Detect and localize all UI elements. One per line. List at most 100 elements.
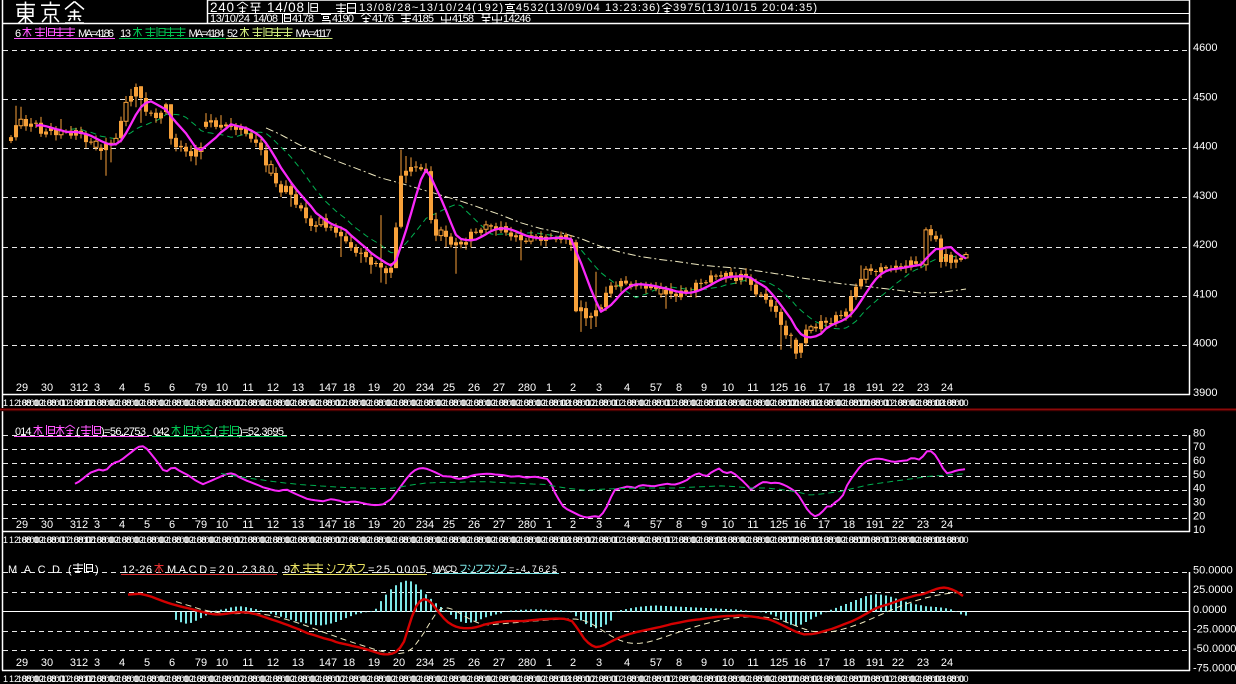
- svg-text:27: 27: [493, 382, 505, 394]
- svg-text:17: 17: [818, 382, 830, 394]
- svg-text:23: 23: [917, 382, 929, 394]
- svg-text:10: 10: [722, 519, 734, 531]
- svg-text:=-4.7625: =-4.7625: [509, 564, 557, 574]
- svg-text:57: 57: [650, 657, 662, 669]
- svg-text:13/10/24: 13/10/24: [210, 13, 250, 25]
- svg-text:10: 10: [1193, 524, 1205, 536]
- svg-text:4: 4: [624, 657, 630, 669]
- svg-text:1: 1: [546, 519, 552, 531]
- svg-text:4178: 4178: [292, 13, 314, 25]
- svg-text:27: 27: [493, 519, 505, 531]
- svg-text:8: 8: [676, 382, 682, 394]
- svg-text:191: 191: [866, 519, 884, 531]
- svg-text:1: 1: [546, 382, 552, 394]
- svg-text:191: 191: [866, 382, 884, 394]
- svg-text:4200: 4200: [1193, 239, 1217, 251]
- svg-text:20: 20: [393, 519, 405, 531]
- svg-text:3900: 3900: [1193, 387, 1217, 399]
- svg-text:18: 18: [843, 382, 855, 394]
- svg-text:234: 234: [416, 519, 434, 531]
- svg-text:30: 30: [1193, 497, 1205, 509]
- svg-text:4500: 4500: [1193, 91, 1217, 103]
- svg-text:3: 3: [94, 657, 100, 669]
- svg-text:18: 18: [843, 519, 855, 531]
- svg-text:19: 19: [368, 657, 380, 669]
- svg-text:4532(13/09/04 13:23:36): 4532(13/09/04 13:23:36): [516, 2, 660, 14]
- svg-text:11: 11: [242, 519, 253, 531]
- svg-text:14246: 14246: [503, 13, 531, 25]
- svg-text:10: 10: [216, 519, 228, 531]
- svg-text:4185: 4185: [412, 13, 434, 25]
- svg-text:30: 30: [41, 519, 53, 531]
- svg-text:MACD: MACD: [433, 564, 458, 574]
- svg-text:(: (: [68, 564, 72, 576]
- svg-text:1: 1: [546, 657, 552, 669]
- svg-text:3: 3: [596, 382, 602, 394]
- svg-text:9: 9: [701, 519, 707, 531]
- svg-text:30: 30: [41, 657, 53, 669]
- svg-text:79: 79: [195, 382, 207, 394]
- svg-text:80: 80: [1193, 427, 1205, 439]
- svg-text:4: 4: [119, 519, 125, 531]
- svg-text:125: 125: [770, 657, 788, 669]
- svg-text:9: 9: [701, 382, 707, 394]
- svg-text:8: 8: [676, 519, 682, 531]
- svg-text:60: 60: [1193, 455, 1205, 467]
- svg-text:13: 13: [292, 519, 304, 531]
- svg-text:4190: 4190: [332, 13, 354, 25]
- svg-text:25: 25: [443, 519, 455, 531]
- svg-text:57: 57: [650, 519, 662, 531]
- svg-text:18: 18: [343, 382, 355, 394]
- svg-text:147: 147: [319, 382, 337, 394]
- svg-text:25: 25: [443, 382, 455, 394]
- svg-text:6: 6: [169, 657, 175, 669]
- svg-text:10: 10: [216, 657, 228, 669]
- svg-text:22: 22: [892, 657, 904, 669]
- svg-text:10: 10: [216, 382, 228, 394]
- svg-text:4300: 4300: [1193, 190, 1217, 202]
- svg-text:30: 30: [41, 382, 53, 394]
- svg-text:16: 16: [794, 382, 806, 394]
- svg-text:11: 11: [747, 519, 758, 531]
- svg-text:280: 280: [518, 519, 536, 531]
- svg-text:26: 26: [468, 657, 480, 669]
- svg-text:312: 312: [70, 382, 88, 394]
- svg-text:4: 4: [624, 519, 630, 531]
- svg-text:12: 12: [267, 657, 279, 669]
- svg-text:20: 20: [393, 382, 405, 394]
- svg-text:125: 125: [770, 519, 788, 531]
- svg-text:50: 50: [1193, 469, 1205, 481]
- svg-text:2: 2: [570, 382, 576, 394]
- svg-text:-25.0000: -25.0000: [1193, 623, 1236, 635]
- svg-text:8:00: 8:00: [951, 535, 969, 545]
- svg-text:4400: 4400: [1193, 141, 1217, 153]
- svg-text:19: 19: [368, 519, 380, 531]
- svg-text:25: 25: [443, 657, 455, 669]
- svg-text:11: 11: [747, 657, 758, 669]
- svg-text:70: 70: [1193, 441, 1205, 453]
- svg-text:40: 40: [1193, 483, 1205, 495]
- svg-text:2: 2: [570, 519, 576, 531]
- svg-text:4000: 4000: [1193, 338, 1217, 350]
- svg-text:4: 4: [624, 382, 630, 394]
- svg-text:11: 11: [242, 382, 253, 394]
- svg-text:234: 234: [416, 657, 434, 669]
- svg-text:-50.0000: -50.0000: [1193, 643, 1236, 655]
- svg-text:18: 18: [343, 519, 355, 531]
- svg-text:1: 1: [3, 674, 8, 684]
- svg-text:26: 26: [468, 382, 480, 394]
- svg-text:147: 147: [319, 657, 337, 669]
- svg-text:-75.0000: -75.0000: [1193, 663, 1236, 675]
- svg-text:10: 10: [722, 382, 734, 394]
- svg-text:0.0000: 0.0000: [1193, 604, 1227, 616]
- svg-text:280: 280: [518, 657, 536, 669]
- svg-text:14/08: 14/08: [253, 13, 278, 25]
- svg-text:12: 12: [267, 519, 279, 531]
- svg-text:26: 26: [468, 519, 480, 531]
- svg-text:18: 18: [843, 657, 855, 669]
- svg-text:17: 17: [818, 657, 830, 669]
- svg-text:20: 20: [1193, 510, 1205, 522]
- svg-text:27: 27: [493, 657, 505, 669]
- svg-text:3: 3: [596, 519, 602, 531]
- svg-text:6: 6: [169, 519, 175, 531]
